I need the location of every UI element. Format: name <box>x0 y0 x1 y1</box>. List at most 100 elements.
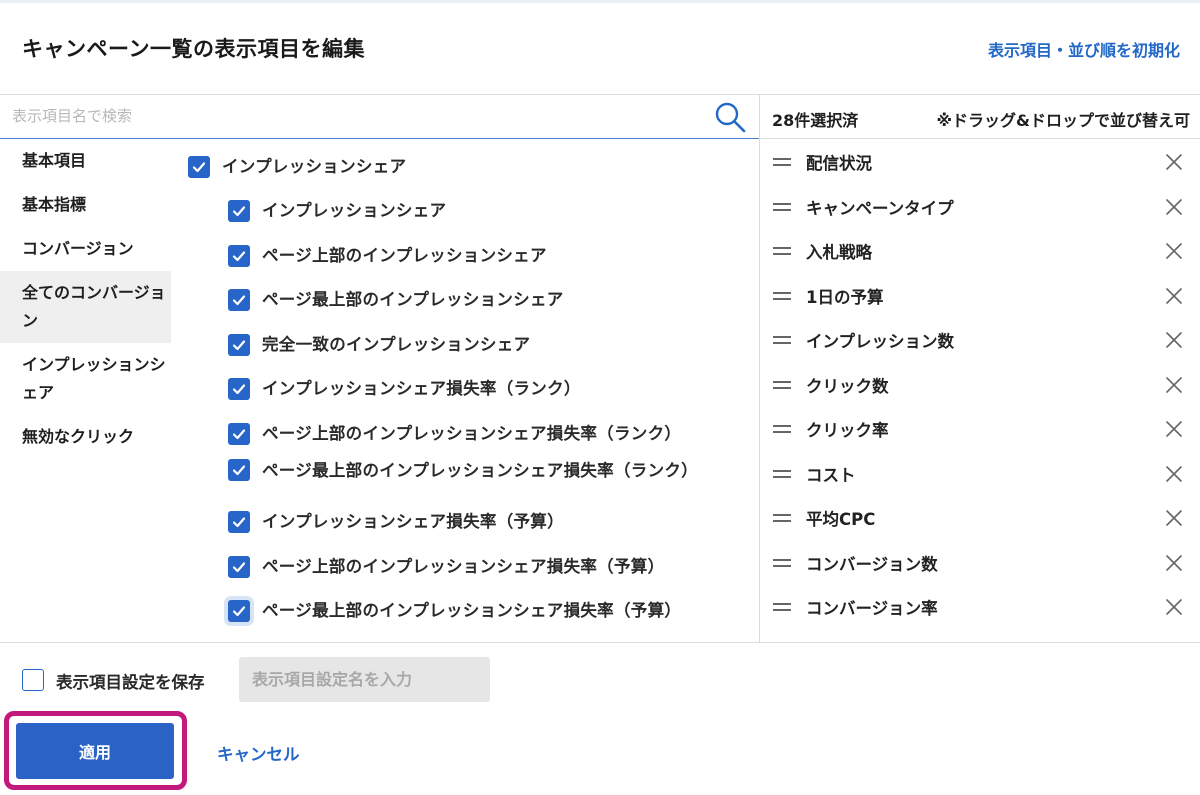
settings-name-input[interactable] <box>239 657 490 702</box>
checkmark-icon <box>232 295 246 306</box>
save-settings-checkbox[interactable] <box>22 669 44 691</box>
category-label: 基本指標 <box>22 195 87 214</box>
remove-icon[interactable] <box>1164 375 1184 395</box>
category-label: 無効なクリック <box>22 427 135 446</box>
checkbox-label: インプレッションシェア <box>222 157 407 176</box>
checkbox-label: ページ最上部のインプレッションシェア損失率（ランク） <box>262 460 698 480</box>
checkmark-icon <box>232 517 246 528</box>
column-checkbox[interactable]: インプレッションシェア損失率（予算） <box>228 511 564 533</box>
cancel-link[interactable]: キャンセル <box>217 741 300 765</box>
column-checkbox[interactable]: 完全一致のインプレッションシェア <box>228 334 530 356</box>
category-label: インプレッションシェア <box>22 355 166 402</box>
checkmark-icon <box>232 606 246 617</box>
drag-handle-icon[interactable] <box>772 601 792 613</box>
selected-column-row[interactable]: コンバージョン数 <box>760 541 1200 585</box>
selected-column-row[interactable]: コンバージョン率 <box>760 585 1200 629</box>
apply-button[interactable]: 適用 <box>16 723 174 779</box>
category-label: 全てのコンバージョン <box>22 283 166 330</box>
column-checkbox[interactable]: インプレッションシェア <box>228 200 446 222</box>
reset-columns-link[interactable]: 表示項目・並び順を初期化 <box>988 37 1180 61</box>
checkbox-label: インプレッションシェア損失率（ランク） <box>262 379 581 398</box>
search-input[interactable] <box>12 101 702 131</box>
checkmark-icon <box>232 465 246 476</box>
checkmark-icon <box>192 162 206 173</box>
remove-icon[interactable] <box>1164 152 1184 172</box>
selected-column-label: 入札戦略 <box>806 243 872 262</box>
drag-handle-icon[interactable] <box>772 512 792 524</box>
checkbox-label: ページ上部のインプレッションシェア損失率（予算） <box>262 557 665 576</box>
selected-column-row[interactable]: キャンペーンタイプ <box>760 185 1200 229</box>
column-checkbox[interactable]: インプレッションシェア損失率（ランク） <box>228 378 581 400</box>
selected-column-label: 1日の予算 <box>806 287 884 307</box>
checkbox-checked[interactable] <box>188 156 210 178</box>
category-invalid-clicks[interactable]: 無効なクリック <box>0 415 171 459</box>
dialog-title: キャンペーン一覧の表示項目を編集 <box>22 37 365 61</box>
column-checkbox[interactable]: ページ上部のインプレッションシェア損失率（ランク） <box>228 423 681 445</box>
checkbox-checked[interactable] <box>228 289 250 311</box>
checkbox-label: ページ最上部のインプレッションシェア <box>262 290 564 309</box>
checkmark-icon <box>232 340 246 351</box>
category-all-conversions[interactable]: 全てのコンバージョン <box>0 271 171 343</box>
remove-icon[interactable] <box>1164 597 1184 617</box>
drag-handle-icon[interactable] <box>772 557 792 569</box>
search-icon[interactable] <box>714 101 746 133</box>
selected-column-row[interactable]: クリック数 <box>760 363 1200 407</box>
group-checkbox-impression-share[interactable]: インプレッションシェア <box>188 156 406 178</box>
checkbox-checked[interactable] <box>228 378 250 400</box>
available-columns-panel: 基本項目 基本指標 コンバージョン 全てのコンバージョン インプレッションシェア… <box>0 95 760 642</box>
category-basic-metrics[interactable]: 基本指標 <box>0 183 171 227</box>
checkbox-checked[interactable] <box>228 245 250 267</box>
selected-column-row[interactable]: インプレッション数 <box>760 318 1200 362</box>
selected-column-row[interactable]: 1日の予算 <box>760 274 1200 318</box>
checkbox-checked[interactable] <box>228 600 250 622</box>
checkbox-label: ページ上部のインプレッションシェア損失率（ランク） <box>262 424 682 443</box>
checkbox-checked[interactable] <box>228 334 250 356</box>
drag-handle-icon[interactable] <box>772 334 792 346</box>
selected-column-row[interactable]: クリック率 <box>760 407 1200 451</box>
category-impression-share[interactable]: インプレッションシェア <box>0 343 171 415</box>
remove-icon[interactable] <box>1164 330 1184 350</box>
drag-handle-icon[interactable] <box>772 156 792 168</box>
category-conversions[interactable]: コンバージョン <box>0 227 171 271</box>
checkmark-icon <box>232 206 246 217</box>
drag-handle-icon[interactable] <box>772 379 792 391</box>
remove-icon[interactable] <box>1164 508 1184 528</box>
remove-icon[interactable] <box>1164 419 1184 439</box>
remove-icon[interactable] <box>1164 241 1184 261</box>
category-label: 基本項目 <box>22 151 87 170</box>
drag-handle-icon[interactable] <box>772 468 792 480</box>
column-checkbox[interactable]: ページ最上部のインプレッションシェア損失率（ランク） <box>228 459 698 481</box>
checkbox-checked[interactable] <box>228 423 250 445</box>
column-checkbox[interactable]: ページ上部のインプレッションシェア損失率（予算） <box>228 556 664 578</box>
remove-icon[interactable] <box>1164 197 1184 217</box>
selected-column-label: インプレッション数 <box>806 332 955 351</box>
checkbox-checked[interactable] <box>228 556 250 578</box>
selected-column-label: コンバージョン数 <box>806 554 938 574</box>
checkmark-icon <box>232 562 246 573</box>
selected-column-label: キャンペーンタイプ <box>806 198 954 218</box>
column-checkbox[interactable]: ページ最上部のインプレッションシェア損失率（予算） <box>228 600 681 622</box>
checkmark-icon <box>232 384 246 395</box>
selected-column-row[interactable]: 入札戦略 <box>760 229 1200 273</box>
remove-icon[interactable] <box>1164 553 1184 573</box>
dialog-header: キャンペーン一覧の表示項目を編集 表示項目・並び順を初期化 <box>0 0 1200 95</box>
remove-icon[interactable] <box>1164 464 1184 484</box>
checkbox-checked[interactable] <box>228 200 250 222</box>
selected-column-row[interactable]: コスト <box>760 452 1200 496</box>
checkbox-label: インプレッションシェア損失率（予算） <box>262 512 564 531</box>
column-checkbox[interactable]: ページ最上部のインプレッションシェア <box>228 289 564 311</box>
column-checkbox[interactable]: ページ上部のインプレッションシェア <box>228 245 547 267</box>
selected-header: 28件選択済 ※ドラッグ&ドロップで並び替え可 <box>760 95 1200 139</box>
selected-column-row[interactable]: 配信状況 <box>760 140 1200 184</box>
dialog-footer: 表示項目設定を保存 適用 キャンセル <box>0 642 1200 795</box>
drag-handle-icon[interactable] <box>772 423 792 435</box>
remove-icon[interactable] <box>1164 286 1184 306</box>
checkbox-checked[interactable] <box>228 459 250 481</box>
category-basic-items[interactable]: 基本項目 <box>0 139 171 183</box>
checkbox-label: ページ上部のインプレッションシェア <box>262 246 547 265</box>
selected-column-row[interactable]: 平均CPC <box>760 496 1200 540</box>
drag-handle-icon[interactable] <box>772 201 792 213</box>
checkbox-checked[interactable] <box>228 511 250 533</box>
drag-handle-icon[interactable] <box>772 245 792 257</box>
drag-handle-icon[interactable] <box>772 290 792 302</box>
